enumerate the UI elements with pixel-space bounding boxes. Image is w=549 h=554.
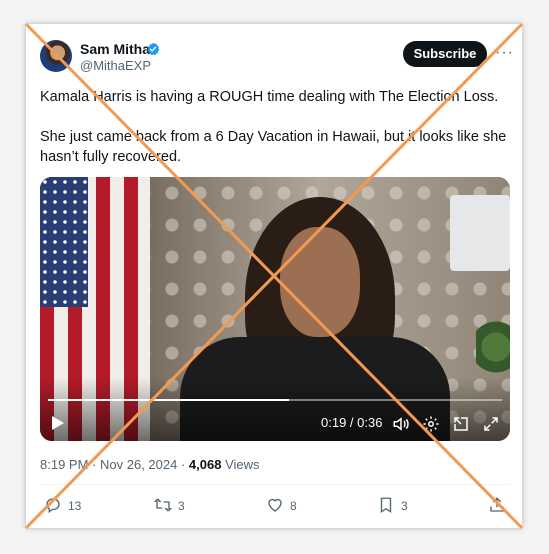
author-name[interactable]: Sam Mitha xyxy=(80,41,150,57)
views-label: Views xyxy=(225,457,260,472)
volume-icon[interactable] xyxy=(392,415,410,433)
play-icon[interactable] xyxy=(52,416,64,430)
video-time: 0:19 / 0:36 xyxy=(321,415,383,430)
divider xyxy=(40,484,510,485)
share-icon xyxy=(490,497,504,512)
avatar[interactable] xyxy=(40,40,72,72)
meta-separator: · xyxy=(92,457,100,472)
author-handle[interactable]: @MithaEXP xyxy=(80,58,151,73)
tweet-text-line-2: She just came back from a 6 Day Vacation… xyxy=(40,129,507,165)
repost-icon xyxy=(154,498,172,512)
tweet-text-line-1: Kamala Harris is having a ROUGH time dea… xyxy=(40,89,499,105)
tweet-date[interactable]: Nov 26, 2024 xyxy=(100,457,177,472)
video-progress-fill xyxy=(48,399,289,401)
tweet-time[interactable]: 8:19 PM xyxy=(40,457,88,472)
subscribe-button[interactable]: Subscribe xyxy=(403,41,487,67)
like-count: 8 xyxy=(290,499,297,513)
reply-count: 13 xyxy=(68,499,82,513)
lamp-shade xyxy=(450,195,510,271)
tweet-meta: 8:19 PM · Nov 26, 2024 · 4,068 Views xyxy=(40,457,260,472)
repost-count: 3 xyxy=(178,499,185,513)
bookmark-count: 3 xyxy=(401,499,408,513)
verified-badge-icon xyxy=(147,42,160,56)
fullscreen-icon[interactable] xyxy=(482,415,500,433)
more-options-icon[interactable]: ··· xyxy=(495,44,514,62)
video-progress-bar[interactable] xyxy=(48,399,502,401)
reply-icon xyxy=(46,498,60,514)
meta-separator: · xyxy=(180,457,189,472)
settings-gear-icon[interactable] xyxy=(422,415,440,433)
video-player[interactable]: 0:19 / 0:36 xyxy=(40,177,510,441)
person-face xyxy=(280,227,360,337)
bookmark-icon xyxy=(380,497,392,514)
heart-icon xyxy=(268,498,282,512)
views-count: 4,068 xyxy=(188,457,222,472)
plant xyxy=(476,317,510,377)
flag-canton xyxy=(40,177,88,307)
pip-icon[interactable] xyxy=(452,415,470,433)
